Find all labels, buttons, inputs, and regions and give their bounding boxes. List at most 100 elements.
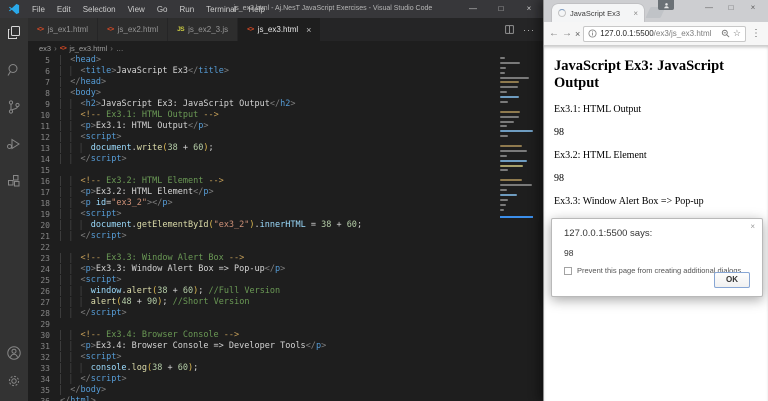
menu-edit[interactable]: Edit [51,5,77,14]
code-token: > [116,209,121,219]
search-icon[interactable] [6,62,22,78]
line-number: 15 [28,165,50,176]
line-number: 5 [28,55,50,66]
browser-menu-icon[interactable]: ⋮ [749,28,763,39]
code-token [60,88,70,98]
code-token [60,363,91,373]
code-token: Ex3.3: Window Alert Box [101,253,229,263]
code-token: document [91,143,132,153]
tab-close-icon[interactable]: × [306,25,311,35]
split-editor-icon[interactable] [504,24,515,35]
code-token: <!-- [80,110,100,120]
line-number: 25 [28,275,50,286]
vscode-window-controls: — □ × [459,0,543,18]
menu-go[interactable]: Go [151,5,174,14]
browser-toolbar: ← → × 127.0.0.1:5500/ex3/js_ex3.html ☆ ⋮ [544,22,768,46]
minimap-line [500,184,532,186]
prevent-dialogs-checkbox[interactable] [564,267,572,275]
browser-window-controls: — □ × [698,1,764,14]
tab-label: js_ex3.html [258,25,298,34]
editor-tab-js_ex2_3.js[interactable]: JSjs_ex2_3.js [168,18,238,41]
minimap-line [500,57,505,59]
editor-tab-js_ex1.html[interactable]: <>js_ex1.html [28,18,98,41]
maximize-button[interactable]: □ [487,0,515,18]
close-button[interactable]: × [742,1,764,14]
back-icon[interactable]: ← [549,29,559,39]
code-token: <!-- [80,330,100,340]
minimap-line [500,77,529,79]
more-actions-icon[interactable]: ··· [523,25,535,35]
code-token: //Short Version [173,297,250,307]
code-line: 24 <p>Ex3.3: Window Alert Box => Pop-up<… [28,264,543,275]
forward-icon[interactable]: → [562,29,572,39]
minimap-line [500,160,527,162]
zoom-icon[interactable] [721,29,730,38]
minimize-button[interactable]: — [698,1,720,14]
maximize-button[interactable]: □ [720,1,742,14]
code-token: + [331,220,346,230]
code-token: title [86,66,112,76]
code-token: write [137,143,163,153]
code-token: </ [265,264,275,274]
minimap-line [500,204,506,206]
code-token: JavaScript Ex3: JavaScript Output [101,99,270,109]
editor-tab-js_ex2.html[interactable]: <>js_ex2.html [98,18,168,41]
code-token: "ex3_2" [214,220,250,230]
code-token: > [91,396,96,401]
code-token: Ex3.1: HTML Output [96,121,188,131]
explorer-icon[interactable] [6,25,22,41]
ok-button[interactable]: OK [714,272,750,288]
code-token [60,286,91,296]
run-debug-icon[interactable] [6,136,22,152]
profile-badge[interactable] [658,0,674,10]
menu-view[interactable]: View [122,5,151,14]
bookmark-star-icon[interactable]: ☆ [733,28,741,39]
close-button[interactable]: × [515,0,543,18]
account-icon[interactable] [6,345,22,361]
tab-close-icon[interactable]: × [633,9,638,18]
chevron-right-icon: › [110,44,113,53]
code-token: > [101,385,106,395]
code-line: 35 </body> [28,385,543,396]
minimap[interactable] [500,57,533,214]
code-line-content: </html> [50,396,96,401]
browser-tab[interactable]: JavaScript Ex3 × [552,4,644,22]
extensions-icon[interactable] [6,173,22,189]
line-number: 14 [28,154,50,165]
code-token: Ex3.2: HTML Element [96,187,193,197]
code-token [60,143,91,153]
page-info-icon[interactable] [588,29,597,38]
code-token [60,66,80,76]
code-line: 31 <p>Ex3.4: Browser Console => Develope… [28,341,543,352]
code-line: 36</html> [28,396,543,401]
chevron-right-icon: › [54,44,57,53]
person-icon [663,2,670,9]
code-token: --> [224,330,239,340]
source-control-icon[interactable] [6,99,22,115]
code-editor[interactable]: 5 <head>6 <title>JavaScript Ex3</title>7… [28,55,543,401]
vscode-logo-icon [8,3,20,15]
menu-file[interactable]: File [26,5,51,14]
address-bar[interactable]: 127.0.0.1:5500/ex3/js_ex3.html ☆ [583,26,746,42]
breadcrumb-item[interactable]: ex3 [39,44,51,53]
menu-selection[interactable]: Selection [77,5,122,14]
editor-tab-bar: <>js_ex1.html<>js_ex2.htmlJSjs_ex2_3.js<… [28,18,543,41]
minimap-line [500,125,507,127]
code-token: </ [80,231,90,241]
minimap-line [500,199,508,201]
dialog-close-icon[interactable]: × [750,222,755,231]
code-line: 33 console.log(38 + 60); [28,363,543,374]
code-token: --> [203,110,218,120]
minimize-button[interactable]: — [459,0,487,18]
breadcrumb-item[interactable]: js_ex3.html [69,44,107,53]
code-line-content: <p id="ex3_2"></p> [50,198,173,209]
menu-run[interactable]: Run [173,5,200,14]
code-token [60,132,80,142]
stop-loading-icon[interactable]: × [575,29,580,39]
settings-gear-icon[interactable] [6,373,22,389]
editor-tab-js_ex3.html[interactable]: <>js_ex3.html× [238,18,321,41]
browser-tab-title: JavaScript Ex3 [570,9,629,18]
code-line: 15 [28,165,543,176]
code-token: </ [193,187,203,197]
breadcrumb-item[interactable]: … [116,44,124,53]
